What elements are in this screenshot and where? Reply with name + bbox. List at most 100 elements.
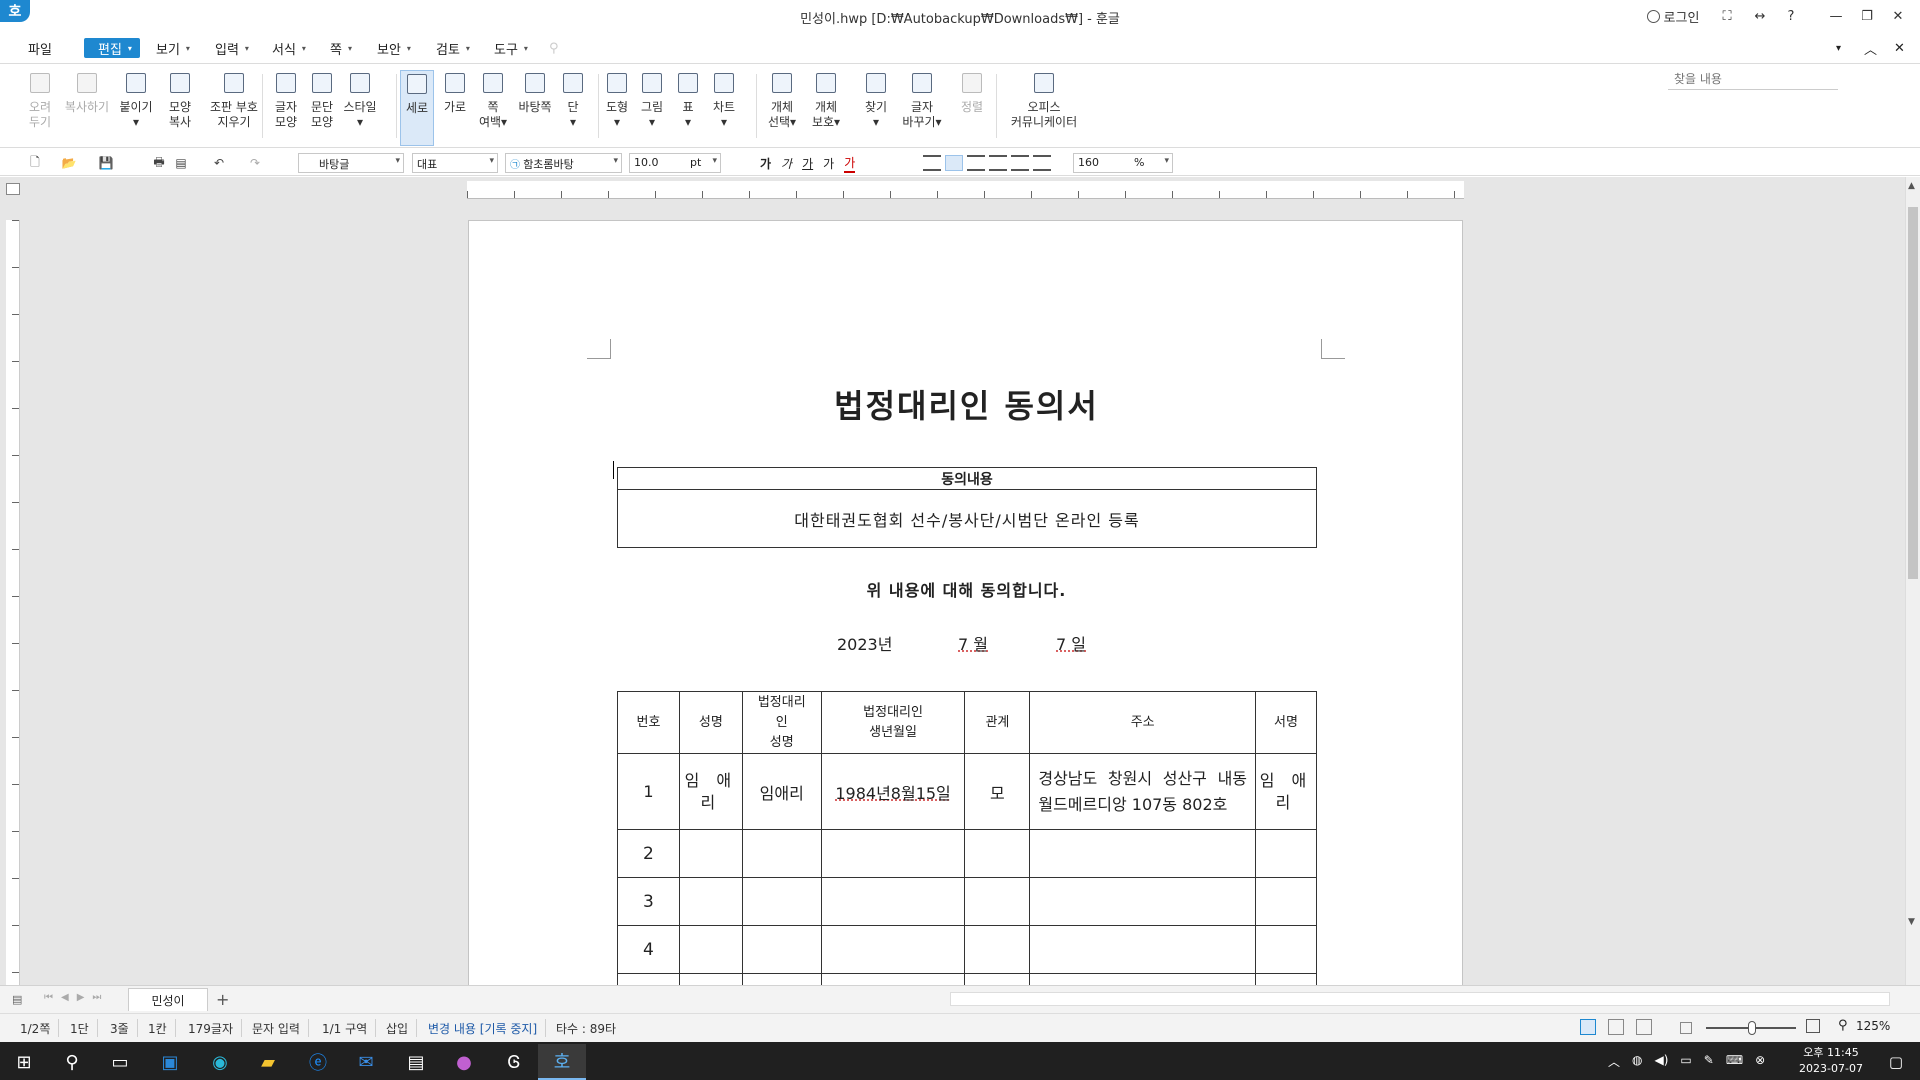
table-cell[interactable] xyxy=(678,829,743,878)
line-spacing-select[interactable]: 160% xyxy=(1073,153,1173,173)
table-cell[interactable] xyxy=(741,829,822,878)
table-cell[interactable]: 모 xyxy=(964,753,1031,830)
table-cell[interactable]: 임 애 리 xyxy=(1255,753,1317,830)
align-right-icon[interactable] xyxy=(989,155,1007,171)
table-cell[interactable] xyxy=(1029,925,1257,974)
align-distribute-icon[interactable] xyxy=(1011,155,1029,171)
status-mode[interactable]: 문자 입력 xyxy=(244,1019,309,1037)
ribbon-button-11[interactable]: 바탕쪽 xyxy=(514,70,556,146)
hangul-taskbar-icon[interactable]: 호 xyxy=(538,1044,586,1080)
redo-icon[interactable]: ↷ xyxy=(246,154,264,172)
underline-icon[interactable]: 가 xyxy=(802,155,813,172)
menu-security[interactable]: 보안 ▾ xyxy=(373,38,415,58)
align-split-icon[interactable] xyxy=(1033,155,1051,171)
scroll-up-icon[interactable]: ▲ xyxy=(1908,181,1918,191)
fit-page-icon[interactable] xyxy=(1680,1022,1692,1034)
tray-up-icon[interactable]: ︿ xyxy=(1608,1053,1620,1069)
menu-review[interactable]: 검토 ▾ xyxy=(432,38,474,58)
undo-icon[interactable]: ↶ xyxy=(210,154,228,172)
table-cell[interactable] xyxy=(1029,829,1257,878)
draft-view-icon[interactable] xyxy=(1636,1019,1652,1035)
ribbon-button-10[interactable]: 쪽 여백▾ xyxy=(476,70,510,146)
ribbon-button-13[interactable]: 도형 ▾ xyxy=(597,70,637,146)
close-menu-icon[interactable]: ✕ xyxy=(1890,38,1909,58)
menu-page[interactable]: 쪽 ▾ xyxy=(326,38,356,58)
ime-icon[interactable]: ⊗ xyxy=(1755,1053,1765,1069)
chat-app-icon[interactable]: ● xyxy=(440,1044,488,1080)
ribbon-button-22[interactable]: 오피스 커뮤니케이터 xyxy=(1004,70,1084,146)
network-icon[interactable]: ▭ xyxy=(1680,1053,1691,1069)
font-select[interactable]: ㉠ 함초롬바탕 xyxy=(505,153,622,173)
bold-icon[interactable]: 가 xyxy=(760,155,771,172)
align-left-icon[interactable] xyxy=(945,155,963,171)
mail-icon[interactable]: ✉ xyxy=(342,1044,390,1080)
vertical-scrollbar[interactable]: ▲ ▼ xyxy=(1905,177,1920,985)
table-cell[interactable] xyxy=(820,877,966,926)
ruler-toggle-icon[interactable] xyxy=(6,183,20,195)
language-select[interactable]: 대표 xyxy=(412,153,498,173)
ribbon-button-2[interactable]: 붙이기 ▾ xyxy=(116,70,156,146)
search-icon[interactable]: ⚲ xyxy=(48,1044,96,1080)
ribbon-button-6[interactable]: 문단 모양 xyxy=(304,70,340,146)
table-cell[interactable]: 1984년8월15일 xyxy=(820,753,966,830)
keyboard-icon[interactable]: ⌨ xyxy=(1726,1053,1743,1069)
ribbon-button-4[interactable]: 조판 부호 지우기 xyxy=(204,70,264,146)
camera-icon[interactable]: ◍ xyxy=(1632,1053,1642,1069)
table-cell[interactable] xyxy=(678,925,743,974)
menu-edit[interactable]: 편집 ▾ xyxy=(84,38,140,58)
view-mode-icons[interactable] xyxy=(1580,1019,1710,1037)
table-cell[interactable]: 3 xyxy=(617,877,680,926)
table-cell[interactable]: 경상남도 창원시 성산구 내동 월드메르디앙 107동 802호 xyxy=(1029,753,1257,830)
open-folder-icon[interactable]: 📂 xyxy=(60,154,78,172)
table-cell[interactable]: 임 애 리 xyxy=(678,753,743,830)
ribbon-button-7[interactable]: 스타일 ▾ xyxy=(338,70,382,146)
ribbon-button-19[interactable]: 찾기 ▾ xyxy=(858,70,894,146)
save-icon[interactable]: 💾 xyxy=(97,154,115,172)
page-view-icon[interactable] xyxy=(1580,1019,1596,1035)
zoom-fit-icon[interactable] xyxy=(1806,1019,1820,1033)
strike-icon[interactable]: 가 xyxy=(823,155,834,172)
scroll-down-icon[interactable]: ▼ xyxy=(1908,917,1918,927)
print-icon[interactable]: 🖶 xyxy=(150,154,168,172)
zoom-search-icon[interactable]: ⚲ xyxy=(1838,1018,1848,1033)
table-cell[interactable] xyxy=(1255,925,1317,974)
table-cell[interactable] xyxy=(678,877,743,926)
restore-icon[interactable]: ❐ xyxy=(1855,6,1879,26)
table-cell[interactable] xyxy=(741,877,822,926)
scroll-thumb[interactable] xyxy=(1908,207,1918,579)
close-icon[interactable]: ✕ xyxy=(1886,6,1910,26)
ribbon-button-15[interactable]: 표 ▾ xyxy=(670,70,706,146)
login-button[interactable]: 로그인 xyxy=(1643,6,1703,26)
tab-document[interactable]: 민성이 xyxy=(128,988,208,1011)
ribbon-button-18[interactable]: 개체 보호▾ xyxy=(808,70,844,146)
ribbon-button-3[interactable]: 모양 복사 xyxy=(160,70,200,146)
horizontal-ruler[interactable] xyxy=(467,181,1464,199)
ribbon-button-8[interactable]: 세로 xyxy=(400,70,434,146)
edge-browser-icon[interactable]: ◉ xyxy=(196,1044,244,1080)
table-cell[interactable]: 2 xyxy=(617,829,680,878)
tab-nav-icons[interactable]: ⏮◀▶⏭ xyxy=(44,992,109,1003)
font-color-icon[interactable]: 가 xyxy=(844,154,856,173)
italic-icon[interactable]: 가 xyxy=(781,155,792,172)
table-cell[interactable] xyxy=(1255,829,1317,878)
system-tray-icons[interactable]: ︿ ◍ ◀) ▭ ✎ ⌨ ⊗ xyxy=(1608,1053,1768,1069)
pin-icon[interactable]: ⚲ xyxy=(545,38,563,58)
ribbon-button-0[interactable]: 오려 두기 xyxy=(20,70,60,146)
font-size-select[interactable]: 10.0 pt xyxy=(629,153,721,173)
status-zoom[interactable]: 125% xyxy=(1856,1019,1890,1033)
table-cell[interactable] xyxy=(964,877,1031,926)
menu-tools[interactable]: 도구 ▾ xyxy=(490,38,532,58)
menu-file[interactable]: 파일 xyxy=(24,38,56,58)
ribbon-button-5[interactable]: 글자 모양 xyxy=(268,70,304,146)
document-page[interactable]: 법정대리인 동의서 동의내용 대한태권도협회 선수/봉사단/시범단 온라인 등록… xyxy=(468,220,1463,1022)
table-cell[interactable] xyxy=(1029,877,1257,926)
table-cell[interactable] xyxy=(741,925,822,974)
menu-format[interactable]: 서식 ▾ xyxy=(268,38,310,58)
screen-app-icon[interactable]: ▣ xyxy=(146,1044,194,1080)
status-track-changes[interactable]: 변경 내용 [기록 중지] xyxy=(420,1019,547,1037)
preview-icon[interactable]: ▤ xyxy=(172,154,190,172)
app-g-icon[interactable]: Ꮆ xyxy=(490,1044,538,1080)
zoom-slider-thumb[interactable] xyxy=(1748,1021,1756,1035)
store-icon[interactable]: ▤ xyxy=(392,1044,440,1080)
fullscreen-icon[interactable]: ⛶ xyxy=(1717,6,1737,26)
